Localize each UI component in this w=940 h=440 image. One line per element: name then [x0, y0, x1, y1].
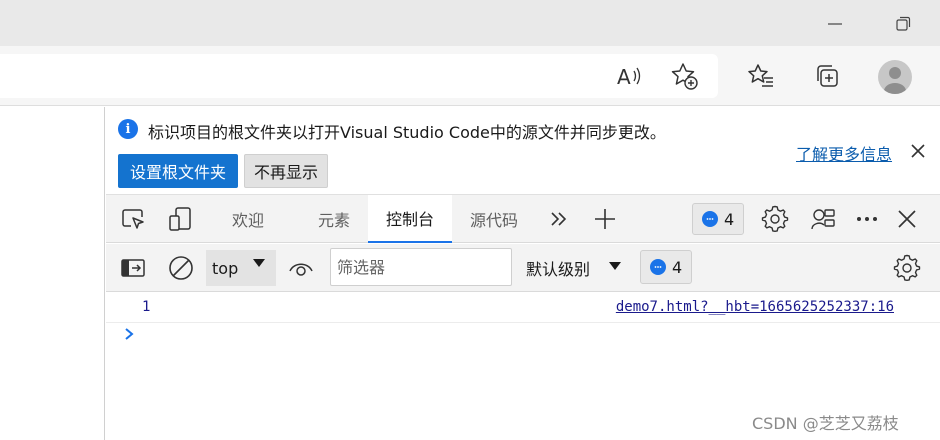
learn-more-link[interactable]: 了解更多信息 — [796, 141, 892, 165]
message-icon — [650, 259, 666, 275]
browser-toolbar: A — [0, 46, 940, 106]
watermark: CSDN @芝芝又荔枝 — [752, 414, 899, 433]
tab-welcome[interactable]: 欢迎 — [214, 195, 282, 243]
add-favorite-icon[interactable] — [668, 60, 700, 92]
minimize-icon[interactable] — [824, 14, 846, 34]
address-bar[interactable] — [0, 54, 718, 98]
messages-count: 4 — [672, 257, 683, 277]
device-emulation-icon[interactable] — [166, 204, 196, 234]
devtools-panel: i 标识项目的根文件夹以打开Visual Studio Code中的源文件并同步… — [106, 107, 940, 440]
more-options-icon[interactable] — [852, 204, 882, 234]
message-icon — [702, 211, 718, 227]
customize-icon[interactable] — [808, 204, 838, 234]
context-selector[interactable]: top — [206, 250, 276, 286]
filter-input[interactable] — [330, 248, 512, 286]
console-message-row: 1 demo7.html?__hbt=1665625252337:16 — [106, 293, 940, 323]
chevron-down-icon — [252, 258, 266, 268]
tab-sources[interactable]: 源代码 — [452, 195, 536, 243]
add-tab-icon[interactable] — [590, 204, 620, 234]
info-icon: i — [118, 119, 138, 139]
clear-console-icon[interactable] — [166, 253, 196, 283]
workspace-infobar: i 标识项目的根文件夹以打开Visual Studio Code中的源文件并同步… — [106, 107, 940, 195]
console-toolbar: top 默认级别 4 — [106, 244, 940, 292]
console-value: 1 — [142, 299, 151, 315]
restore-icon[interactable] — [892, 13, 914, 35]
favorites-icon[interactable] — [745, 60, 777, 92]
console-messages-badge[interactable]: 4 — [640, 250, 693, 284]
source-link[interactable]: demo7.html?__hbt=1665625252337:16 — [616, 299, 894, 315]
settings-gear-icon[interactable] — [760, 204, 790, 234]
chevron-down-icon — [608, 261, 622, 271]
dont-show-again-button[interactable]: 不再显示 — [244, 154, 328, 188]
svg-text:A: A — [617, 65, 631, 89]
inspect-element-icon[interactable] — [118, 204, 148, 234]
close-devtools-icon[interactable] — [892, 204, 922, 234]
read-aloud-icon[interactable]: A — [614, 60, 646, 92]
title-bar — [0, 0, 940, 46]
issues-badge[interactable]: 4 — [692, 203, 745, 235]
set-root-folder-button[interactable]: 设置根文件夹 — [118, 154, 238, 188]
live-expression-eye-icon[interactable] — [286, 253, 316, 283]
close-icon[interactable] — [908, 141, 928, 161]
infobar-message: 标识项目的根文件夹以打开Visual Studio Code中的源文件并同步更改… — [148, 123, 666, 142]
console-prompt-chevron-icon[interactable] — [122, 327, 136, 341]
show-sidebar-icon[interactable] — [118, 253, 148, 283]
devtools-tabbar: 欢迎 元素 控制台 源代码 4 — [106, 195, 940, 243]
log-level-selector[interactable]: 默认级别 — [526, 250, 590, 286]
tab-elements[interactable]: 元素 — [300, 195, 368, 243]
profile-avatar[interactable] — [878, 60, 912, 94]
page-viewport — [0, 107, 105, 440]
tab-console[interactable]: 控制台 — [368, 195, 452, 243]
context-value: top — [212, 258, 239, 278]
more-tabs-icon[interactable] — [544, 204, 574, 234]
log-level-value: 默认级别 — [526, 260, 591, 279]
collections-icon[interactable] — [811, 60, 843, 92]
issues-count: 4 — [724, 209, 735, 229]
console-settings-gear-icon[interactable] — [892, 253, 922, 283]
